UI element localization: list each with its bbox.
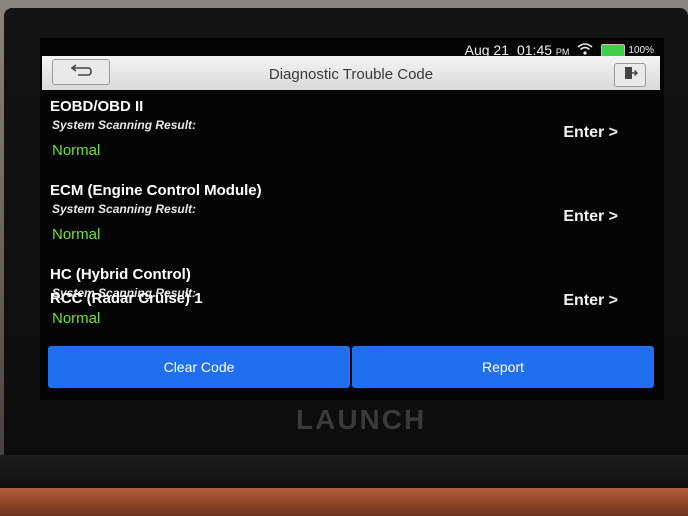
system-status: Normal <box>52 142 101 159</box>
system-name: HC (Hybrid Control) <box>50 266 191 283</box>
list-item-partial[interactable]: RCC (Radar Cruise) 1 <box>50 290 203 307</box>
brand-logo: LAUNCH <box>296 404 427 435</box>
exit-icon <box>622 65 639 86</box>
title-bar: Diagnostic Trouble Code <box>42 56 660 90</box>
device-screen: Aug 21 01:45 PM 100% Diagnostic Trouble … <box>40 38 664 400</box>
system-status: Normal <box>52 310 101 327</box>
clear-code-button[interactable]: Clear Code <box>48 346 350 388</box>
system-name: ECM (Engine Control Module) <box>50 182 262 199</box>
enter-button[interactable]: Enter > <box>563 208 618 226</box>
list-item-ecm: ECM (Engine Control Module) System Scann… <box>40 178 664 262</box>
exit-button[interactable] <box>614 63 646 87</box>
action-bar: Clear Code Report <box>48 346 654 388</box>
system-status: Normal <box>52 226 101 243</box>
enter-button[interactable]: Enter > <box>563 124 618 142</box>
page-title: Diagnostic Trouble Code <box>268 66 434 83</box>
report-button[interactable]: Report <box>352 346 654 388</box>
battery-icon: 100% <box>601 43 654 57</box>
battery-percent: 100% <box>628 44 654 56</box>
enter-button[interactable]: Enter > <box>563 292 618 310</box>
list-item-eobd: EOBD/OBD II System Scanning Result: Norm… <box>40 94 664 178</box>
system-list: EOBD/OBD II System Scanning Result: Norm… <box>40 94 664 346</box>
orange-housing-trim <box>0 488 688 516</box>
system-subtitle: System Scanning Result: <box>52 202 197 216</box>
system-subtitle: System Scanning Result: <box>52 118 197 132</box>
system-name: EOBD/OBD II <box>50 98 144 115</box>
